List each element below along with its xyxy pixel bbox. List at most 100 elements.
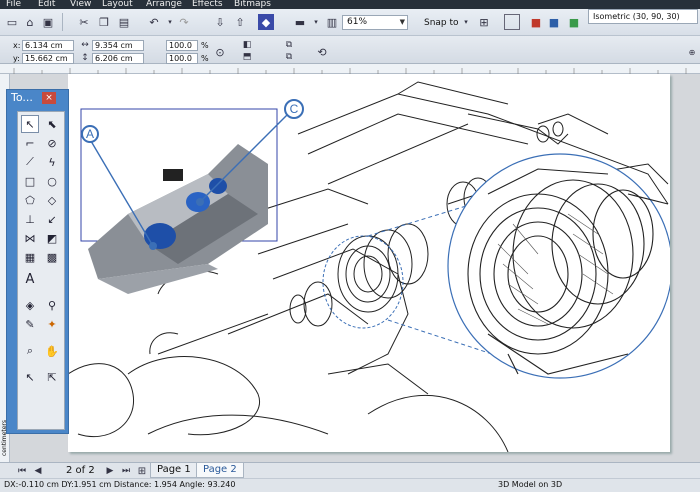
view-preset-select[interactable]: Isometric (30, 90, 30) — [588, 9, 698, 24]
y-label: y: — [13, 54, 20, 63]
add-page-icon[interactable]: ⊞ — [134, 463, 150, 479]
snap-settings-icon[interactable]: ⊞ — [476, 14, 492, 30]
page-count: 2 of 2 — [66, 465, 95, 476]
tab-page-2[interactable]: Page 2 — [196, 463, 244, 478]
full-screen-preview-icon[interactable]: ▬ — [292, 14, 308, 30]
shape-tool-icon[interactable]: ⬉ — [43, 115, 61, 133]
mirror-horizontal-icon[interactable]: ◧ — [240, 39, 254, 51]
eyedropper-tool-icon[interactable]: ⚲ — [43, 296, 61, 314]
menu-bar: File Edit View Layout Arrange Effects Bi… — [0, 0, 700, 9]
pick-tool-icon[interactable]: ↖ — [21, 115, 39, 133]
x-position-field[interactable]: 6.134 cm — [22, 40, 74, 51]
magnifier-tool-icon[interactable]: ⌕ — [21, 342, 39, 360]
scale-y-field[interactable]: 100.0 — [166, 53, 198, 64]
horizontal-ruler[interactable] — [0, 64, 700, 74]
x-label: x: — [13, 41, 21, 50]
property-bar: x: 6.134 cm y: 15.662 cm ↔ 9.354 cm ↕ 6.… — [0, 36, 700, 64]
menu-bitmaps[interactable]: Bitmaps — [234, 0, 271, 9]
graph-paper-icon[interactable]: ▩ — [43, 248, 61, 266]
transparency-tool-icon[interactable]: ◩ — [43, 229, 61, 247]
tab-page-1[interactable]: Page 1 — [150, 463, 198, 478]
smart-fill-icon[interactable]: ✦ — [43, 315, 61, 333]
menu-effects[interactable]: Effects — [192, 0, 223, 9]
paste-icon[interactable]: ▤ — [116, 14, 132, 30]
display-dropdown-icon[interactable]: ▾ — [308, 14, 324, 30]
basic-shapes-icon[interactable]: ◇ — [43, 191, 61, 209]
y-position-field[interactable]: 15.662 cm — [22, 53, 74, 64]
scale-y-percent: % — [201, 54, 209, 63]
previous-page-icon[interactable]: ◀ — [30, 463, 46, 479]
options-icon[interactable]: ▥ — [324, 14, 340, 30]
dimension-tool-icon[interactable]: ⊥ — [21, 210, 39, 228]
toolbox-panel[interactable]: To... × ↖ ⬉ ⌐ ⊘ ⟋ ϟ □ ○ ⬠ ◇ ⊥ ↙ ⋈ ◩ ▦ ▩ … — [6, 89, 69, 434]
mirror-vertical-icon[interactable]: ⬒ — [240, 51, 254, 63]
close-icon[interactable]: × — [42, 92, 56, 104]
pointer-tool-icon[interactable]: ↖ — [21, 368, 39, 386]
crop-tool-icon[interactable]: ⌐ — [21, 134, 39, 152]
blue-cube-icon[interactable]: ■ — [546, 14, 562, 30]
new-document-icon[interactable]: ▭ — [4, 14, 20, 30]
ruler-ticks — [13, 68, 687, 74]
rotate-icon[interactable]: ⟲ — [314, 44, 330, 60]
pan-hand-icon[interactable]: ✋ — [43, 342, 61, 360]
engine-illustration[interactable] — [67, 74, 673, 453]
freehand-tool-icon[interactable]: ⟋ — [21, 153, 39, 171]
zoom-level-value: 61% — [347, 17, 368, 27]
pointer-alt-icon[interactable]: ⇱ — [43, 368, 61, 386]
first-page-icon[interactable]: ⏮ — [14, 463, 30, 479]
next-page-icon[interactable]: ▶ — [102, 463, 118, 479]
lock-ratio-icon[interactable]: ⊙ — [212, 44, 228, 60]
transform-icon[interactable]: ⧉ — [282, 39, 296, 51]
drawing-canvas[interactable]: A C — [10, 74, 700, 462]
red-cube-icon[interactable]: ■ — [528, 14, 544, 30]
last-page-icon[interactable]: ⏭ — [118, 463, 134, 479]
bar-options-icon[interactable]: ⊕ — [684, 44, 700, 60]
width-field[interactable]: 9.354 cm — [92, 40, 144, 51]
scale-x-percent: % — [201, 41, 209, 50]
ellipse-tool-icon[interactable]: ○ — [43, 172, 61, 190]
standard-toolbar: ▭ ⌂ ▣ ✂ ❐ ▤ ↶ ▾ ↷ ⇩ ⇧ ◆ ▬ ▾ ▥ 61% ▼ Snap… — [0, 9, 700, 36]
menu-view[interactable]: View — [70, 0, 91, 9]
snap-to-label[interactable]: Snap to — [424, 18, 459, 28]
rectangle-tool-icon[interactable]: □ — [21, 172, 39, 190]
save-icon[interactable]: ▣ — [40, 14, 56, 30]
undo-icon[interactable]: ↶ — [146, 14, 162, 30]
cut-icon[interactable]: ✂ — [76, 14, 92, 30]
drawing-page[interactable]: A C — [67, 74, 673, 453]
toolbox-tools: ↖ ⬉ ⌐ ⊘ ⟋ ϟ □ ○ ⬠ ◇ ⊥ ↙ ⋈ ◩ ▦ ▩ A ◈ ⚲ ✎ … — [17, 111, 65, 430]
polygon-tool-icon[interactable]: ⬠ — [21, 191, 39, 209]
chevron-down-icon: ▼ — [399, 18, 405, 26]
snap-dropdown-icon[interactable]: ▾ — [458, 14, 474, 30]
callout-c[interactable]: C — [284, 99, 304, 119]
fill-tool-icon[interactable]: ◈ — [21, 296, 39, 314]
green-cube-icon[interactable]: ■ — [566, 14, 582, 30]
callout-a[interactable]: A — [81, 125, 99, 143]
view-frame-icon[interactable] — [504, 14, 520, 30]
outline-tool-icon[interactable]: ✎ — [21, 315, 39, 333]
menu-edit[interactable]: Edit — [38, 0, 55, 9]
text-tool-icon[interactable]: A — [21, 270, 39, 288]
scale-x-field[interactable]: 100.0 — [166, 40, 198, 51]
transform-alt-icon[interactable]: ⧉ — [282, 51, 296, 63]
page-navigator: ⏮ ◀ 2 of 2 ▶ ⏭ ⊞ Page 1 Page 2 — [0, 462, 700, 478]
export-icon[interactable]: ⇧ — [232, 14, 248, 30]
copy-icon[interactable]: ❐ — [96, 14, 112, 30]
toolbox-title[interactable]: To... — [11, 91, 33, 104]
blend-tool-icon[interactable]: ⋈ — [21, 229, 39, 247]
status-selection: 3D Model on 3D — [498, 480, 563, 489]
zoom-tool-icon[interactable]: ⊘ — [43, 134, 61, 152]
zoom-level-select[interactable]: 61% ▼ — [342, 15, 408, 30]
height-field[interactable]: 6.206 cm — [92, 53, 144, 64]
menu-layout[interactable]: Layout — [102, 0, 133, 9]
menu-file[interactable]: File — [6, 0, 21, 9]
view-preset-value: Isometric (30, 90, 30) — [593, 12, 680, 21]
menu-arrange[interactable]: Arrange — [146, 0, 182, 9]
status-measurement: DX:-0.110 cm DY:1.951 cm Distance: 1.954… — [4, 480, 236, 489]
import-icon[interactable]: ⇩ — [212, 14, 228, 30]
launcher-icon[interactable]: ◆ — [258, 14, 274, 30]
redo-icon[interactable]: ↷ — [176, 14, 192, 30]
open-folder-icon[interactable]: ⌂ — [22, 14, 38, 30]
artistic-media-icon[interactable]: ϟ — [43, 153, 61, 171]
table-tool-icon[interactable]: ▦ — [21, 248, 39, 266]
connector-tool-icon[interactable]: ↙ — [43, 210, 61, 228]
